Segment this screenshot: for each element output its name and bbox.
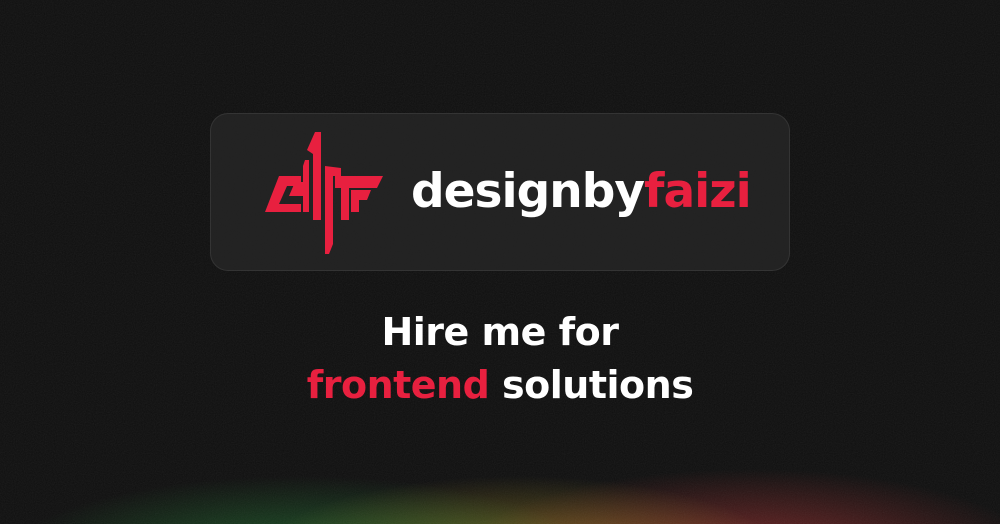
headline-rest: solutions (489, 363, 694, 407)
headline-accent: frontend (306, 363, 490, 407)
headline-line1: Hire me for (381, 310, 619, 354)
brand-name-part2: faizi (644, 164, 752, 219)
df-monogram-icon (265, 132, 383, 254)
logo-card: designbyfaizi (210, 113, 790, 271)
brand-name: designbyfaizi (411, 162, 752, 222)
headline-line2: frontend solutions (0, 363, 1000, 407)
brand-name-part1: designby (411, 164, 645, 219)
